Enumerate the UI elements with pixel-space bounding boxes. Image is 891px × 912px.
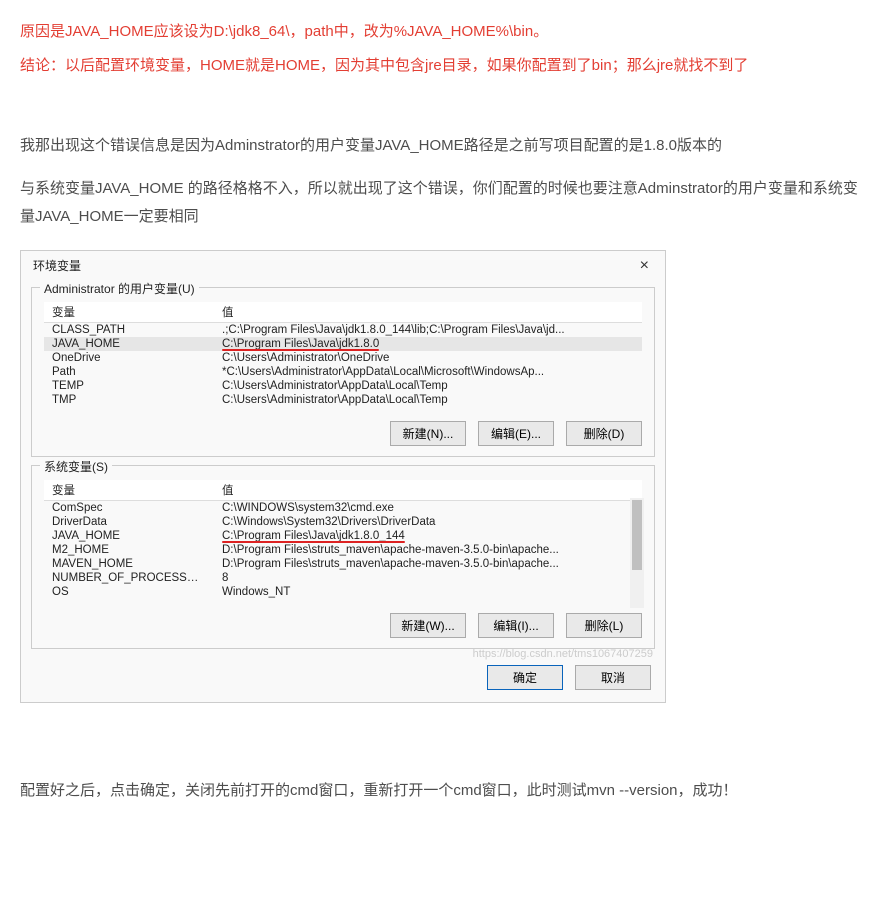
explain-para-1: 我那出现这个错误信息是因为Adminstrator的用户变量JAVA_HOME路… [20,132,871,161]
explain-para-2: 与系统变量JAVA_HOME 的路径格格不入，所以就出现了这个错误，你们配置的时… [20,175,871,232]
sys-vars-legend: 系统变量(S) [40,458,112,475]
cancel-button[interactable]: 取消 [575,665,651,690]
table-row[interactable]: NUMBER_OF_PROCESSORS8 [44,571,642,585]
table-row[interactable]: JAVA_HOMEC:\Program Files\Java\jdk1.8.0 [44,337,642,351]
sys-delete-button[interactable]: 删除(L) [566,613,642,638]
table-row[interactable]: MAVEN_HOMED:\Program Files\struts_maven\… [44,557,642,571]
sys-vars-table[interactable]: 变量 值 ComSpecC:\WINDOWS\system32\cmd.exe … [44,480,642,599]
user-edit-button[interactable]: 编辑(E)... [478,421,554,446]
table-row[interactable]: ComSpecC:\WINDOWS\system32\cmd.exe [44,500,642,515]
sys-vars-group: 系统变量(S) 变量 值 ComSpecC:\WINDOWS\system32\… [31,465,655,649]
table-row[interactable]: OneDriveC:\Users\Administrator\OneDrive [44,351,642,365]
col-header-var[interactable]: 变量 [44,480,214,501]
col-header-val[interactable]: 值 [214,480,642,501]
table-row[interactable]: M2_HOMED:\Program Files\struts_maven\apa… [44,543,642,557]
final-para: 配置好之后，点击确定，关闭先前打开的cmd窗口，重新打开一个cmd窗口，此时测试… [20,777,871,806]
ok-button[interactable]: 确定 [487,665,563,690]
reason-text: 原因是JAVA_HOME应该设为D:\jdk8_64\，path中，改为%JAV… [20,20,871,44]
annotated-value: C:\Program Files\Java\jdk1.8.0 [222,338,379,350]
table-row[interactable]: JAVA_HOMEC:\Program Files\Java\jdk1.8.0_… [44,529,642,543]
table-row[interactable]: CLASS_PATH.;C:\Program Files\Java\jdk1.8… [44,322,642,337]
user-new-button[interactable]: 新建(N)... [390,421,466,446]
col-header-val[interactable]: 值 [214,302,642,323]
scroll-thumb[interactable] [632,500,642,570]
conclusion-text: 结论：以后配置环境变量，HOME就是HOME，因为其中包含jre目录，如果你配置… [20,54,871,78]
table-row[interactable]: OSWindows_NT [44,585,642,599]
close-icon[interactable]: × [634,257,655,275]
sys-scrollbar[interactable] [630,498,644,608]
user-vars-table[interactable]: 变量 值 CLASS_PATH.;C:\Program Files\Java\j… [44,302,642,407]
watermark: https://blog.csdn.net/tms1067407259 [473,648,653,660]
table-row[interactable]: TEMPC:\Users\Administrator\AppData\Local… [44,379,642,393]
annotated-value: C:\Program Files\Java\jdk1.8.0_144 [222,530,405,542]
sys-edit-button[interactable]: 编辑(I)... [478,613,554,638]
env-vars-dialog: 环境变量 × Administrator 的用户变量(U) 变量 值 CLASS… [20,250,666,703]
table-row[interactable]: DriverDataC:\Windows\System32\Drivers\Dr… [44,515,642,529]
sys-new-button[interactable]: 新建(W)... [390,613,466,638]
table-row[interactable]: Path*C:\Users\Administrator\AppData\Loca… [44,365,642,379]
table-row[interactable]: TMPC:\Users\Administrator\AppData\Local\… [44,393,642,407]
user-delete-button[interactable]: 删除(D) [566,421,642,446]
user-vars-legend: Administrator 的用户变量(U) [40,280,199,297]
user-vars-group: Administrator 的用户变量(U) 变量 值 CLASS_PATH.;… [31,287,655,457]
dialog-title: 环境变量 [33,257,81,274]
col-header-var[interactable]: 变量 [44,302,214,323]
